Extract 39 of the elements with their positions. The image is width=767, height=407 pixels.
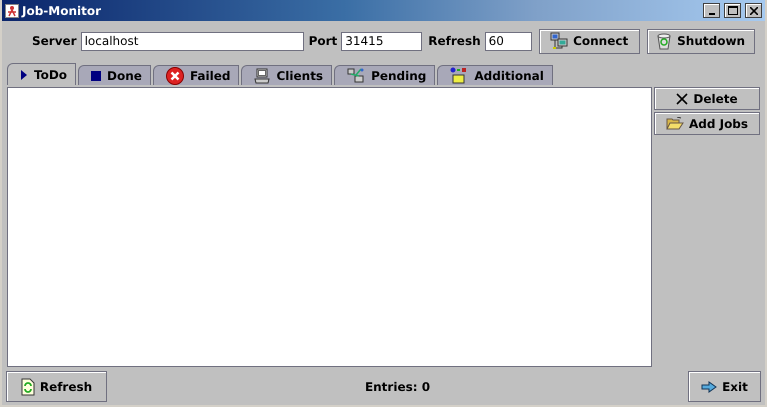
close-icon [676, 92, 688, 104]
maximize-icon [728, 6, 738, 15]
app-icon [5, 4, 19, 18]
folder-icon [666, 116, 684, 130]
close-button[interactable] [745, 3, 762, 18]
connect-button[interactable]: Connect [538, 28, 640, 54]
computer-network-icon [550, 32, 568, 50]
arrow-right-icon [701, 380, 718, 392]
minimize-button[interactable] [703, 3, 720, 18]
tab[interactable]: Done [78, 65, 151, 85]
delete-button[interactable]: Delete [654, 87, 760, 110]
tab[interactable]: ToDo [7, 63, 76, 85]
refresh-interval-field[interactable]: 60 [484, 32, 532, 50]
shutdown-button[interactable]: Shutdown [646, 28, 755, 54]
refresh-button[interactable]: Refresh [6, 371, 107, 402]
tab[interactable]: Additional [437, 65, 553, 85]
add-jobs-button[interactable]: Add Jobs [654, 112, 760, 135]
close-icon [750, 6, 758, 14]
minimize-icon [708, 12, 714, 14]
tab[interactable]: Failed [152, 65, 240, 85]
network-icon [347, 66, 366, 84]
stop-icon [91, 70, 102, 80]
tab[interactable]: Pending [334, 65, 436, 85]
refresh-icon [20, 378, 35, 396]
refresh-interval-label: Refresh [428, 34, 481, 48]
exit-button[interactable]: Exit [688, 371, 761, 402]
maximize-button[interactable] [724, 3, 741, 18]
window-title: Job-Monitor [22, 4, 102, 18]
shapes-box-icon [450, 66, 468, 84]
computer-icon [254, 68, 270, 84]
play-icon [20, 70, 28, 80]
port-label: Port [308, 34, 338, 48]
server-label: Server [32, 34, 77, 48]
server-field[interactable]: localhost [80, 32, 304, 50]
port-field[interactable]: 31415 [341, 32, 422, 50]
error-icon [166, 66, 184, 84]
tab[interactable]: Clients [241, 65, 332, 85]
trash-can-icon [656, 32, 672, 50]
entries-count: Entries: 0 [364, 380, 432, 394]
